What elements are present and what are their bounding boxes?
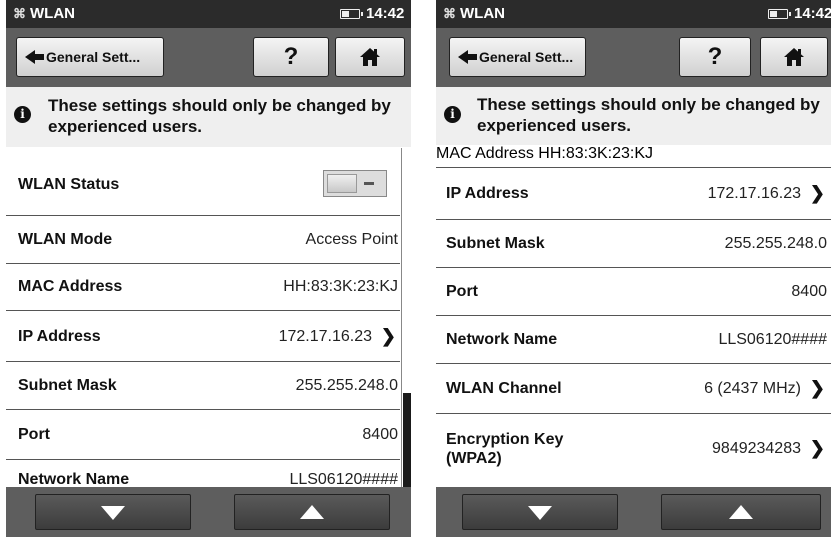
- row-label: MAC Address: [18, 278, 123, 295]
- row-label: WLAN Mode: [18, 231, 113, 248]
- row-subnet-mask[interactable]: Subnet Mask 255.255.248.0: [436, 220, 831, 268]
- row-network-name[interactable]: Network Name LLS06120####: [436, 316, 831, 364]
- scroll-up-button[interactable]: [661, 494, 821, 530]
- back-arrow-icon: [458, 50, 477, 64]
- scrollbar[interactable]: [401, 148, 411, 488]
- row-value: 172.17.16.23: [278, 328, 372, 345]
- row-value: 8400: [362, 426, 398, 443]
- row-mac-address-partial: MAC Address HH:83:3K:23:KJ: [436, 145, 831, 168]
- back-button-label: General Sett...: [46, 49, 141, 65]
- wlan-status-toggle[interactable]: [323, 170, 387, 197]
- row-value: 172.17.16.23: [707, 185, 801, 202]
- left-screen: ⌘ WLAN 14:42 General Sett... ? i These s…: [6, 0, 411, 537]
- scroll-down-button[interactable]: [35, 494, 191, 530]
- toolbar: General Sett... ?: [6, 28, 411, 87]
- arrow-down-icon: [101, 506, 125, 520]
- help-button[interactable]: ?: [679, 37, 751, 77]
- toolbar: General Sett... ?: [436, 28, 831, 87]
- row-label: IP Address: [446, 185, 529, 202]
- scroll-up-button[interactable]: [234, 494, 390, 530]
- arrow-up-icon: [300, 505, 324, 519]
- status-title: WLAN: [30, 5, 75, 22]
- row-label: Network Name: [446, 331, 558, 348]
- row-label: MAC Address: [436, 145, 534, 162]
- row-wlan-channel[interactable]: WLAN Channel 6 (2437 MHz) ❯: [436, 364, 831, 414]
- row-port[interactable]: Port 8400: [436, 268, 831, 316]
- back-button[interactable]: General Sett...: [449, 37, 586, 77]
- home-button[interactable]: [760, 37, 828, 77]
- row-value: 8400: [791, 283, 827, 300]
- warning-banner: i These settings should only be changed …: [436, 87, 831, 145]
- warning-banner: i These settings should only be changed …: [6, 87, 411, 147]
- clock: 14:42: [366, 5, 405, 22]
- row-value: 9849234283: [712, 440, 801, 457]
- help-button[interactable]: ?: [253, 37, 329, 77]
- row-wlan-mode[interactable]: WLAN Mode Access Point: [6, 216, 400, 264]
- warning-text: These settings should only be changed by…: [48, 96, 391, 136]
- row-label: WLAN Status: [18, 176, 120, 193]
- row-value: 255.255.248.0: [295, 377, 398, 394]
- info-icon: i: [14, 106, 31, 123]
- battery-icon: [768, 9, 791, 19]
- home-icon: [360, 48, 380, 66]
- row-ip-address[interactable]: IP Address 172.17.16.23 ❯: [6, 311, 400, 362]
- row-value: LLS06120####: [718, 331, 827, 348]
- settings-list: MAC Address HH:83:3K:23:KJ IP Address 17…: [436, 145, 831, 487]
- status-bar: ⌘ WLAN 14:42: [6, 0, 411, 28]
- back-arrow-icon: [25, 50, 44, 64]
- row-mac-address: MAC Address HH:83:3K:23:KJ: [6, 264, 400, 311]
- row-label: Encryption Key (WPA2): [446, 431, 564, 467]
- row-label: Subnet Mask: [18, 377, 117, 394]
- row-label: Port: [18, 426, 50, 443]
- chevron-right-icon: ❯: [809, 183, 825, 203]
- scrollbar-thumb[interactable]: [403, 393, 411, 488]
- back-button-label: General Sett...: [479, 49, 574, 65]
- chevron-right-icon: ❯: [809, 378, 825, 398]
- row-wlan-status[interactable]: WLAN Status: [6, 148, 400, 216]
- row-label: IP Address: [18, 328, 101, 345]
- row-port[interactable]: Port 8400: [6, 410, 400, 460]
- row-label: WLAN Channel: [446, 380, 562, 397]
- clock: 14:42: [794, 5, 831, 22]
- home-icon: [784, 48, 804, 66]
- nav-bar: [436, 487, 831, 537]
- back-button[interactable]: General Sett...: [16, 37, 164, 77]
- wlan-icon: ⌘: [443, 6, 456, 21]
- chevron-right-icon: ❯: [809, 438, 825, 458]
- row-encryption-key[interactable]: Encryption Key (WPA2) 9849234283 ❯: [436, 414, 831, 487]
- chevron-right-icon: ❯: [380, 326, 396, 346]
- home-button[interactable]: [335, 37, 405, 77]
- right-screen: ⌘ WLAN 14:42 General Sett... ? i These s…: [436, 0, 831, 537]
- battery-icon: [340, 9, 363, 19]
- row-label: Subnet Mask: [446, 235, 545, 252]
- row-ip-address[interactable]: IP Address 172.17.16.23 ❯: [436, 168, 831, 220]
- wlan-icon: ⌘: [13, 6, 26, 21]
- toggle-knob: [327, 174, 357, 193]
- warning-text: These settings should only be changed by…: [477, 95, 820, 135]
- scroll-down-button[interactable]: [462, 494, 618, 530]
- arrow-up-icon: [729, 505, 753, 519]
- row-value: 6 (2437 MHz): [704, 380, 801, 397]
- status-bar: ⌘ WLAN 14:42: [436, 0, 831, 28]
- row-value: HH:83:3K:23:KJ: [538, 145, 653, 162]
- settings-list: WLAN Status WLAN Mode Access Point MAC A…: [6, 148, 400, 488]
- toggle-off-mark: [364, 182, 374, 185]
- row-value: HH:83:3K:23:KJ: [283, 278, 398, 295]
- row-label: Port: [446, 283, 478, 300]
- arrow-down-icon: [528, 506, 552, 520]
- row-value: Access Point: [305, 231, 398, 248]
- row-value: 255.255.248.0: [724, 235, 827, 252]
- info-icon: i: [444, 106, 461, 123]
- row-subnet-mask[interactable]: Subnet Mask 255.255.248.0: [6, 362, 400, 410]
- nav-bar: [6, 487, 411, 537]
- status-title: WLAN: [460, 5, 505, 22]
